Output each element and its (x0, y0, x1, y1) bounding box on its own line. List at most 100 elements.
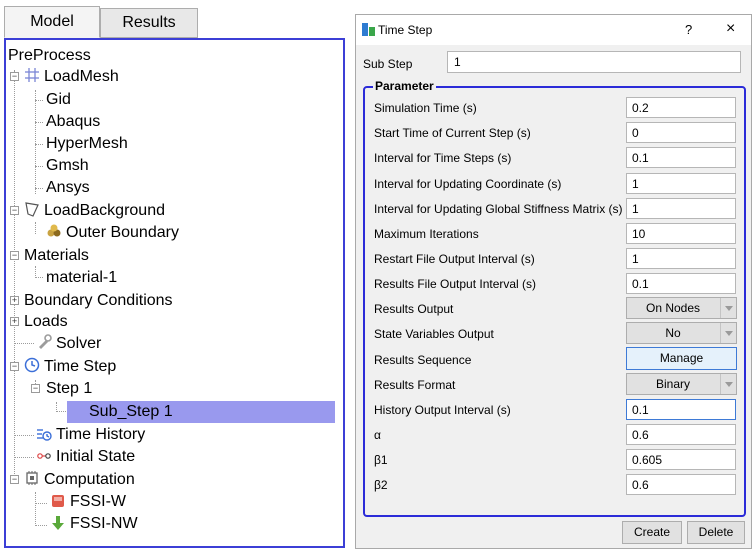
collapse-icon[interactable]: − (10, 475, 19, 484)
tree-connector (35, 222, 36, 234)
expand-icon[interactable]: + (10, 296, 19, 305)
collapse-icon[interactable]: − (31, 384, 40, 393)
tree-connector (35, 144, 43, 145)
create-button[interactable]: Create (622, 521, 682, 544)
beta2-input[interactable] (626, 474, 736, 495)
tree-item-label: Boundary Conditions (24, 292, 173, 309)
tree-item-gmsh[interactable]: Gmsh (46, 156, 89, 176)
tree-item-label: material-1 (46, 269, 118, 286)
collapse-icon[interactable]: − (10, 362, 19, 371)
param-label: Interval for Updating Coordinate (s) (374, 177, 562, 191)
state-variables-output-select[interactable]: No (626, 322, 737, 344)
restart-output-interval-input[interactable] (626, 248, 736, 269)
model-tree[interactable]: PreProcess − LoadMesh Gid Abaqus HyperMe… (4, 38, 345, 548)
param-label: α (374, 428, 381, 442)
maximum-iterations-input[interactable] (626, 223, 736, 244)
close-button[interactable]: × (726, 20, 735, 38)
tree-item-materials[interactable]: Materials (24, 246, 89, 266)
chevron-down-icon (720, 323, 736, 343)
tree-item-loadmesh[interactable]: LoadMesh (44, 67, 119, 87)
tree-item-label: LoadMesh (44, 68, 119, 85)
results-output-interval-input[interactable] (626, 273, 736, 294)
tree-item-label: FSSI-W (70, 493, 126, 510)
history-output-interval-input[interactable] (626, 399, 736, 420)
tree-connector (35, 90, 36, 194)
tree-item-time-history[interactable]: Time History (56, 425, 145, 445)
dialog-title: Time Step (378, 23, 433, 37)
tree-item-abaqus[interactable]: Abaqus (46, 112, 100, 132)
tree-item-label: PreProcess (8, 47, 91, 64)
tree-connector (35, 166, 43, 167)
tree-item-label: Abaqus (46, 113, 101, 130)
tree-item-label: Materials (24, 247, 89, 264)
time-step-dialog: Time Step ? × Sub Step Parameter Simulat… (355, 14, 752, 549)
results-format-value: Binary (655, 377, 690, 391)
results-output-select[interactable]: On Nodes (626, 297, 737, 319)
param-label: β2 (374, 478, 388, 492)
tree-item-preprocess[interactable]: PreProcess (8, 46, 91, 66)
param-label: Results File Output Interval (s) (374, 277, 537, 291)
tree-item-ansys[interactable]: Ansys (46, 178, 90, 198)
interval-update-stiffness-input[interactable] (626, 198, 736, 219)
tree-item-fssi-w[interactable]: FSSI-W (70, 492, 126, 512)
tree-item-initial-state[interactable]: Initial State (56, 447, 135, 467)
tree-item-fssi-nw[interactable]: FSSI-NW (70, 514, 138, 534)
tree-item-label: Initial State (56, 448, 136, 465)
results-output-value: On Nodes (645, 301, 701, 315)
tree-connector (35, 525, 47, 526)
clock-icon (24, 357, 40, 373)
param-label: History Output Interval (s) (374, 403, 511, 417)
tree-connector (14, 457, 34, 458)
tree-item-gid[interactable]: Gid (46, 90, 71, 110)
interval-update-coordinate-input[interactable] (626, 173, 736, 194)
tab-results[interactable]: Results (100, 8, 198, 38)
tree-item-label: Computation (44, 471, 135, 488)
tab-model[interactable]: Model (4, 6, 100, 38)
tree-item-label: LoadBackground (44, 202, 165, 219)
parameter-group-title: Parameter (373, 79, 436, 93)
sub-step-input[interactable] (447, 51, 741, 73)
beta1-input[interactable] (626, 449, 736, 470)
tree-item-loads[interactable]: Loads (24, 312, 68, 332)
dialog-titlebar[interactable]: Time Step ? × (356, 15, 751, 45)
tree-item-solver[interactable]: Solver (56, 334, 101, 354)
sub-step-label: Sub Step (363, 57, 413, 71)
state-variables-output-value: No (665, 326, 681, 340)
tree-item-material-1[interactable]: material-1 (46, 268, 117, 288)
tree-item-label: Time History (56, 426, 146, 443)
tree-item-outer-boundary[interactable]: Outer Boundary (66, 223, 179, 243)
collapse-icon[interactable]: − (10, 251, 19, 260)
expand-icon[interactable]: + (10, 317, 19, 326)
tree-item-hypermesh[interactable]: HyperMesh (46, 134, 128, 154)
param-label: Maximum Iterations (374, 227, 479, 241)
param-label: β1 (374, 453, 388, 467)
alpha-input[interactable] (626, 424, 736, 445)
parameter-group: Parameter Simulation Time (s) Start Time… (363, 79, 746, 517)
tree-item-label: FSSI-NW (70, 515, 138, 532)
collapse-icon[interactable]: − (10, 206, 19, 215)
tree-item-label: Ansys (46, 179, 90, 196)
tree-item-time-step[interactable]: Time Step (44, 357, 116, 377)
manage-button[interactable]: Manage (626, 347, 737, 370)
tree-item-step-1[interactable]: Step 1 (46, 379, 92, 399)
param-label: Results Output (374, 302, 454, 316)
interval-time-steps-input[interactable] (626, 147, 736, 168)
help-button[interactable]: ? (685, 22, 692, 37)
tree-item-label: Step 1 (46, 380, 93, 397)
delete-button[interactable]: Delete (687, 521, 745, 544)
outer-boundary-icon (47, 224, 61, 237)
tree-connector (35, 503, 47, 504)
collapse-icon[interactable]: − (10, 72, 19, 81)
tree-connector (14, 343, 34, 344)
tree-item-boundary-conditions[interactable]: Boundary Conditions (24, 291, 173, 311)
solver-icon (39, 334, 52, 349)
model-tree-panel: Model Results PreProcess − LoadMesh Gid … (0, 0, 347, 551)
tree-item-loadbackground[interactable]: LoadBackground (44, 201, 165, 221)
tree-item-label: Loads (24, 313, 68, 330)
tree-item-sub-step-1[interactable]: Sub_Step 1 (89, 402, 173, 422)
start-time-input[interactable] (626, 122, 736, 143)
simulation-time-input[interactable] (626, 97, 736, 118)
tree-item-computation[interactable]: Computation (44, 470, 135, 490)
tree-item-label: Gmsh (46, 157, 89, 174)
results-format-select[interactable]: Binary (626, 373, 737, 395)
